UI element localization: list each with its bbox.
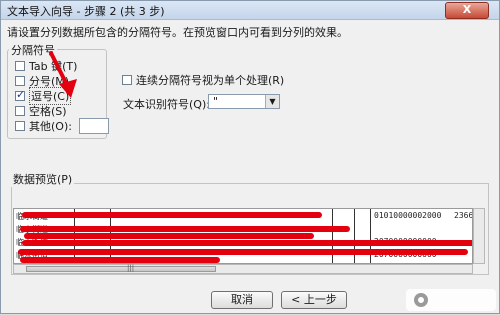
text-qualifier-label: 文本识别符号(Q): bbox=[123, 98, 210, 111]
other-checkbox-box[interactable] bbox=[15, 121, 25, 131]
semicolon-checkbox-box[interactable] bbox=[15, 76, 25, 86]
text-qualifier-select[interactable]: " ▼ bbox=[208, 94, 280, 109]
redaction-stroke bbox=[20, 257, 220, 263]
column-divider bbox=[354, 209, 355, 263]
space-checkbox-label: 空格(S) bbox=[29, 105, 67, 118]
consecutive-delimiters-checkbox[interactable]: 连续分隔符号视为单个处理(R) bbox=[122, 72, 284, 88]
preview-horizontal-scrollbar[interactable]: ||| bbox=[13, 264, 473, 274]
chevron-down-icon[interactable]: ▼ bbox=[265, 95, 279, 108]
semicolon-checkbox[interactable]: 分号(M) bbox=[15, 74, 69, 88]
other-delimiter-input[interactable] bbox=[79, 118, 109, 134]
tab-checkbox[interactable]: Tab 键(T) bbox=[15, 59, 77, 73]
redaction-stroke bbox=[24, 233, 314, 239]
close-button[interactable]: X bbox=[445, 2, 489, 19]
data-preview-grid[interactable]: 临水街道 01010000002000 2366 临水街道 临水街道 20700… bbox=[13, 208, 473, 264]
watermark-logo-icon bbox=[414, 293, 428, 307]
other-checkbox-label: 其他(O): bbox=[29, 120, 72, 133]
redaction-stroke bbox=[18, 249, 468, 255]
redaction-stroke bbox=[22, 212, 322, 218]
column-divider bbox=[370, 209, 371, 263]
window-title: 文本导入向导 - 步骤 2 (共 3 步) bbox=[7, 5, 165, 18]
back-button[interactable]: < 上一步 bbox=[281, 291, 347, 309]
scrollbar-thumb[interactable]: ||| bbox=[26, 264, 216, 272]
redaction-stroke bbox=[20, 226, 350, 232]
consecutive-checkbox-box[interactable] bbox=[122, 75, 132, 85]
cell-tail: 2366 bbox=[454, 211, 473, 220]
instruction-text: 请设置分列数据所包含的分隔符号。在预览窗口内可看到分列的效果。 bbox=[7, 26, 348, 39]
cell-digits: 01010000002000 bbox=[374, 211, 442, 220]
comma-checkbox-box[interactable] bbox=[15, 88, 25, 101]
tab-checkbox-box[interactable] bbox=[15, 61, 25, 71]
consecutive-checkbox-label: 连续分隔符号视为单个处理(R) bbox=[136, 74, 285, 87]
data-preview-label: 数据预览(P) bbox=[11, 171, 75, 187]
cancel-button[interactable]: 取消 bbox=[211, 291, 273, 309]
text-qualifier-value: " bbox=[213, 95, 219, 108]
space-checkbox[interactable]: 空格(S) bbox=[15, 104, 67, 118]
text-import-wizard-dialog: 文本导入向导 - 步骤 2 (共 3 步) X 请设置分列数据所包含的分隔符号。… bbox=[0, 0, 500, 314]
column-divider bbox=[332, 209, 333, 263]
redaction-stroke bbox=[22, 240, 472, 246]
comma-checkbox[interactable]: 逗号(C) bbox=[15, 87, 72, 105]
grip-icon: ||| bbox=[127, 264, 135, 272]
space-checkbox-box[interactable] bbox=[15, 106, 25, 116]
title-bar: 文本导入向导 - 步骤 2 (共 3 步) X bbox=[1, 1, 499, 20]
preview-vertical-scrollbar[interactable] bbox=[473, 208, 485, 264]
other-checkbox[interactable]: 其他(O): bbox=[15, 119, 72, 133]
tab-checkbox-label: Tab 键(T) bbox=[29, 60, 78, 73]
delimiter-group-title: 分隔符号 bbox=[9, 42, 57, 58]
